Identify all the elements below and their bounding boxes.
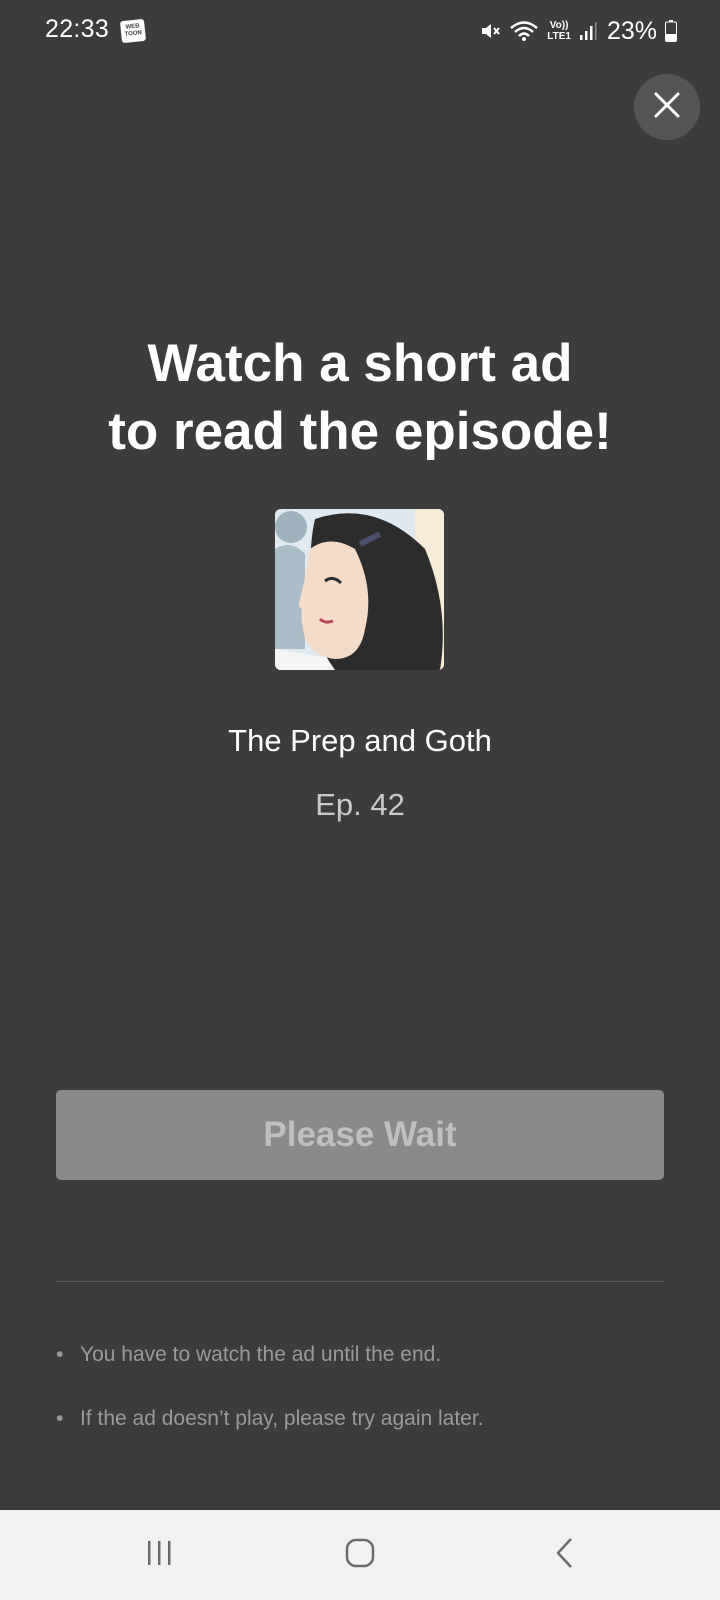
ad-gate-screen: 22:33 WEB TOON Vo)) LTE1 23% Watch a sho…: [0, 0, 720, 1600]
webtoon-notification-icon: WEB TOON: [119, 18, 147, 44]
back-icon: [554, 1537, 576, 1574]
close-button[interactable]: [634, 74, 700, 140]
notes-list: • You have to watch the ad until the end…: [56, 1338, 664, 1466]
bullet: •: [56, 1407, 64, 1430]
watch-ad-button[interactable]: Please Wait: [56, 1090, 664, 1180]
note-text: You have to watch the ad until the end.: [80, 1343, 442, 1366]
status-bar: 22:33 WEB TOON Vo)) LTE1 23%: [0, 0, 720, 62]
mute-icon: [479, 20, 501, 42]
headline-line-1: Watch a short ad: [147, 334, 573, 393]
note-item: • If the ad doesn’t play, please try aga…: [56, 1402, 664, 1466]
bullet: •: [56, 1343, 64, 1366]
status-indicators: Vo)) LTE1 23%: [479, 14, 677, 48]
system-nav-bar: [0, 1510, 720, 1600]
note-text: If the ad doesn’t play, please try again…: [80, 1407, 484, 1430]
divider: [56, 1281, 664, 1282]
signal-icon: [579, 21, 597, 41]
battery-icon: [665, 20, 677, 42]
note-item: • You have to watch the ad until the end…: [56, 1338, 664, 1402]
home-icon: [344, 1537, 376, 1574]
headline: Watch a short ad to read the episode!: [0, 330, 720, 466]
badge-line-2: TOON: [124, 30, 143, 38]
close-icon: [653, 91, 681, 124]
status-time: 22:33: [45, 15, 110, 43]
wifi-icon: [509, 19, 539, 43]
episode-number: Ep. 42: [315, 787, 405, 822]
volte-icon: Vo)) LTE1: [547, 20, 571, 42]
home-button[interactable]: [300, 1510, 420, 1600]
episode-thumbnail: [275, 509, 444, 670]
battery-percent: 23%: [606, 16, 657, 45]
lte-label: LTE1: [547, 31, 571, 42]
series-title: The Prep and Goth: [228, 723, 492, 758]
recent-apps-icon: [145, 1539, 175, 1572]
headline-line-2: to read the episode!: [108, 402, 612, 461]
back-button[interactable]: [505, 1510, 625, 1600]
recent-apps-button[interactable]: [100, 1510, 220, 1600]
volte-label: Vo)): [549, 20, 569, 31]
